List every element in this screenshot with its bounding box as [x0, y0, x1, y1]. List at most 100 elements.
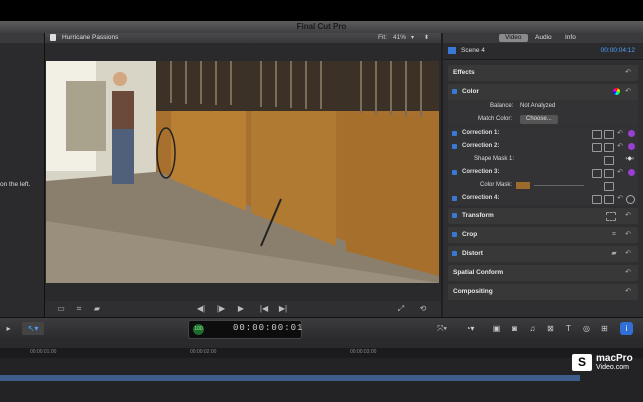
- event-library-icon[interactable]: ▣: [490, 322, 503, 335]
- speed-menu-icon[interactable]: ◔▾: [460, 322, 480, 335]
- effect-enable-checkbox[interactable]: [452, 232, 457, 237]
- tools-menu-icon[interactable]: ⤧▾: [432, 322, 452, 335]
- fit-label: Fit:: [378, 34, 388, 41]
- balance-label: Balance:: [490, 103, 514, 109]
- effect-enable-checkbox[interactable]: [452, 251, 457, 256]
- color-board-icon[interactable]: [628, 143, 635, 150]
- color-wheel-icon[interactable]: [613, 88, 620, 95]
- play-icon[interactable]: ▶: [235, 303, 247, 314]
- color-board-icon[interactable]: [628, 169, 635, 176]
- color-mask-swatch[interactable]: [516, 182, 530, 189]
- shape-mask-row[interactable]: Shape Mask 1: ‹◆›: [448, 153, 638, 166]
- themes-browser-icon[interactable]: ⊞: [598, 322, 611, 335]
- previous-edit-icon[interactable]: |◀: [258, 303, 270, 314]
- crop-tool-icon[interactable]: ⌗: [73, 303, 85, 314]
- effect-enable-checkbox[interactable]: [452, 196, 457, 201]
- correction-2-row[interactable]: Correction 2: ↶: [448, 140, 638, 153]
- scene-name: Scene 4: [461, 47, 485, 54]
- reset-icon[interactable]: ↶: [624, 208, 632, 224]
- effect-enable-checkbox[interactable]: [452, 89, 457, 94]
- mask-icon[interactable]: [592, 169, 602, 178]
- distort-tool-icon[interactable]: ▰: [610, 246, 618, 262]
- crop-section[interactable]: Crop ⌗ ↶: [448, 227, 638, 243]
- mask-icon[interactable]: [592, 130, 602, 139]
- reset-icon[interactable]: ↶: [624, 246, 632, 262]
- compositing-section[interactable]: Compositing ↶: [448, 284, 638, 300]
- shape-mask-icon[interactable]: [604, 143, 614, 152]
- distort-tool-icon[interactable]: ▰: [91, 303, 103, 314]
- color-board-icon[interactable]: [628, 130, 635, 137]
- background-tasks-badge[interactable]: 100: [193, 324, 204, 335]
- keyframe-nav-icon[interactable]: ‹◆›: [625, 153, 634, 166]
- color-mask-label: Color Mask:: [480, 182, 513, 188]
- shape-mask-icon[interactable]: [604, 169, 614, 178]
- tab-audio[interactable]: Audio: [529, 34, 558, 42]
- inspector-panel: Video Audio Info Scene 4 00:00:04:12 Eff…: [443, 33, 643, 317]
- chevron-down-icon[interactable]: ▾: [411, 33, 414, 43]
- view-options-icon[interactable]: ⬍: [424, 33, 429, 43]
- reset-icon[interactable]: ↶: [624, 227, 632, 243]
- distort-label: Distort: [462, 250, 483, 257]
- screen-top-bar: [0, 0, 643, 21]
- reset-icon[interactable]: ↶: [624, 65, 632, 81]
- mask-icon[interactable]: [592, 143, 602, 152]
- spatial-conform-label: Spatial Conform: [453, 269, 504, 276]
- match-color-row: Match Color: Choose...: [448, 113, 638, 126]
- effect-enable-checkbox[interactable]: [452, 213, 457, 218]
- shape-mask-icon[interactable]: [604, 130, 614, 139]
- transform-section[interactable]: Transform ↶: [448, 208, 638, 224]
- spatial-conform-section[interactable]: Spatial Conform ↶: [448, 265, 638, 281]
- reset-icon[interactable]: ↶: [616, 127, 624, 140]
- effect-enable-checkbox[interactable]: [452, 144, 457, 149]
- zoom-menu-icon[interactable]: ▸: [2, 322, 15, 335]
- reset-icon[interactable]: ↶: [624, 265, 632, 281]
- tab-video[interactable]: Video: [499, 34, 528, 42]
- photos-browser-icon[interactable]: ◙: [508, 322, 521, 335]
- fullscreen-icon[interactable]: ⤢: [395, 303, 407, 314]
- timeline-ruler[interactable]: 00:00:01:00 00:00:02:00 00:00:03:00: [0, 348, 643, 358]
- inspector-icon[interactable]: i: [620, 322, 633, 335]
- play-forward-step-icon[interactable]: |▶: [215, 303, 227, 314]
- correction-1-row[interactable]: Correction 1: ↶: [448, 127, 638, 140]
- color-mask-row[interactable]: Color Mask:: [448, 179, 638, 192]
- dashboard-timecode[interactable]: 100 00:00:00:01: [188, 320, 302, 339]
- color-effect[interactable]: Color ↶: [448, 84, 638, 100]
- play-reverse-icon[interactable]: ◀|: [195, 303, 207, 314]
- reset-icon[interactable]: ↶: [616, 166, 624, 179]
- add-correction-icon[interactable]: [626, 195, 635, 204]
- effect-enable-checkbox[interactable]: [452, 170, 457, 175]
- transitions-browser-icon[interactable]: ⊠: [544, 322, 557, 335]
- mask-toggle-icon[interactable]: [604, 182, 614, 191]
- reset-icon[interactable]: ↶: [624, 284, 632, 300]
- choose-button[interactable]: Choose...: [520, 115, 558, 124]
- tab-info[interactable]: Info: [559, 34, 582, 42]
- titles-browser-icon[interactable]: T: [562, 322, 575, 335]
- zoom-dropdown[interactable]: 41%: [393, 33, 406, 43]
- mask-icon[interactable]: [592, 195, 602, 204]
- effect-enable-checkbox[interactable]: [452, 131, 457, 136]
- video-frame-image: [46, 61, 439, 283]
- generators-browser-icon[interactable]: ◎: [580, 322, 593, 335]
- reset-icon[interactable]: ↶: [616, 192, 624, 205]
- transform-tool-icon[interactable]: [606, 212, 616, 221]
- browser-header: [0, 33, 44, 43]
- loop-icon[interactable]: ⟲: [417, 303, 429, 314]
- timeline-clip[interactable]: [0, 375, 580, 381]
- reset-icon[interactable]: ↶: [616, 140, 624, 153]
- crop-tool-icon[interactable]: ⌗: [610, 227, 618, 243]
- shape-mask-icon[interactable]: [604, 195, 614, 204]
- reset-icon[interactable]: ↶: [624, 84, 632, 100]
- ruler-label: 00:00:01:00: [30, 349, 57, 355]
- mask-toggle-icon[interactable]: [604, 156, 614, 165]
- overlay-icon[interactable]: ▭: [55, 303, 67, 314]
- next-edit-icon[interactable]: ▶|: [277, 303, 289, 314]
- color-mask-slider[interactable]: [534, 185, 584, 186]
- effects-section[interactable]: Effects ↶: [448, 65, 638, 81]
- viewer-controls: ▭ ⌗ ▰ ◀| |▶ ▶ |◀ ▶| ⤢ ⟲: [45, 301, 441, 317]
- correction-3-row[interactable]: Correction 3: ↶: [448, 166, 638, 179]
- select-tool-icon[interactable]: ↖▾: [22, 322, 44, 335]
- music-browser-icon[interactable]: ♫: [526, 322, 539, 335]
- correction-4-row[interactable]: Correction 4: ↶: [448, 192, 638, 205]
- video-frame: [46, 61, 439, 283]
- distort-section[interactable]: Distort ▰ ↶: [448, 246, 638, 262]
